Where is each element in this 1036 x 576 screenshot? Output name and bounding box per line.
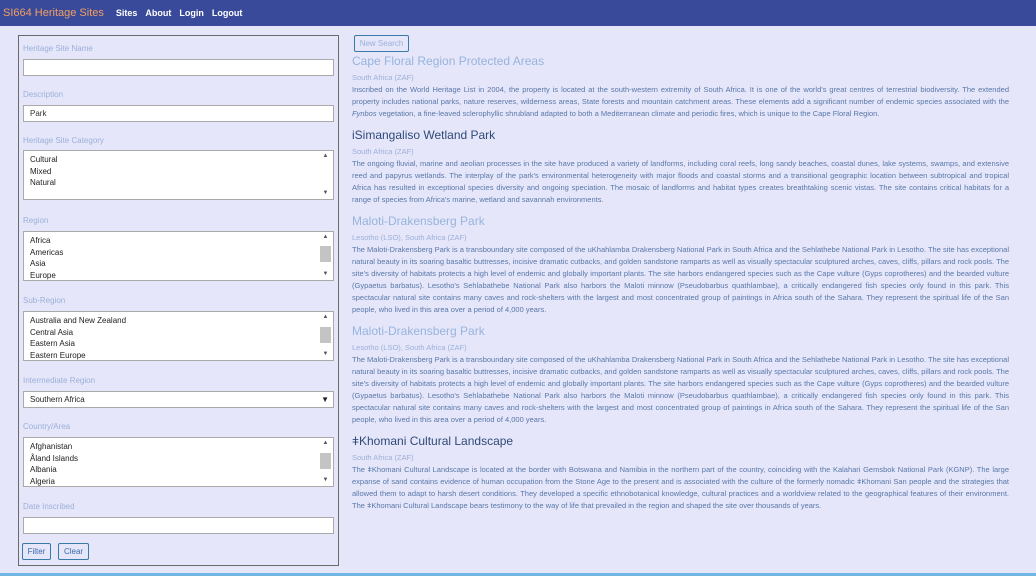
country-option[interactable]: Åland Islands xyxy=(24,453,333,465)
scroll-thumb[interactable] xyxy=(320,246,331,262)
clear-button[interactable]: Clear xyxy=(58,543,89,560)
region-listbox[interactable]: Africa Americas Asia Europe ▲ ▼ xyxy=(23,231,334,281)
result-title[interactable]: Maloti-Drakensberg Park xyxy=(352,323,1009,339)
result-description: The Maloti-Drakensberg Park is a transbo… xyxy=(352,245,1009,314)
nav-link-login[interactable]: Login xyxy=(179,8,204,18)
result-country: Lesotho (LSO), South Africa (ZAF) xyxy=(352,233,467,242)
filter-button[interactable]: Filter xyxy=(22,543,51,560)
region-option[interactable]: Americas xyxy=(24,247,333,259)
date-inscribed-input[interactable] xyxy=(23,517,334,534)
region-option[interactable]: Asia xyxy=(24,258,333,270)
country-option[interactable]: Albania xyxy=(24,464,333,476)
nav-link-logout[interactable]: Logout xyxy=(212,8,243,18)
category-option[interactable]: Mixed xyxy=(24,166,333,178)
sub-region-option[interactable]: Eastern Asia xyxy=(24,338,333,350)
result-description: The Maloti-Drakensberg Park is a transbo… xyxy=(352,355,1009,424)
site-name-input[interactable] xyxy=(23,59,334,76)
result-country: Lesotho (LSO), South Africa (ZAF) xyxy=(352,343,467,352)
result-description: The ǂKhomani Cultural Landscape is locat… xyxy=(352,465,1009,510)
country-option[interactable]: Algeria xyxy=(24,476,333,487)
country-area-listbox[interactable]: Afghanistan Åland Islands Albania Algeri… xyxy=(23,437,334,487)
nav-link-about[interactable]: About xyxy=(145,8,171,18)
new-search-button[interactable]: New Search xyxy=(354,35,409,52)
scroll-down-icon[interactable]: ▼ xyxy=(319,476,332,485)
intermediate-region-label: Intermediate Region xyxy=(23,376,96,385)
brand-link[interactable]: SI664 Heritage Sites xyxy=(3,7,104,19)
top-navbar: SI664 Heritage Sites Sites About Login L… xyxy=(0,0,1036,26)
intermediate-region-select[interactable]: Southern Africa ▼ xyxy=(23,391,334,408)
description-label: Description xyxy=(23,90,64,99)
intermediate-region-value: Southern Africa xyxy=(30,395,85,404)
description-text: Inscribed on the World Heritage List in … xyxy=(352,85,1009,106)
scroll-up-icon[interactable]: ▲ xyxy=(319,439,332,448)
region-option[interactable]: Europe xyxy=(24,270,333,281)
description-text: vegetation, a fine-leaved sclerophyllic … xyxy=(376,109,880,118)
country-area-scrollbar[interactable]: ▲ ▼ xyxy=(319,439,332,485)
result-description: The ongoing fluvial, marine and aeolian … xyxy=(352,159,1009,204)
scroll-thumb[interactable] xyxy=(320,327,331,343)
scroll-up-icon[interactable]: ▲ xyxy=(319,233,332,242)
description-input[interactable] xyxy=(23,105,334,122)
sub-region-option[interactable]: Central Asia xyxy=(24,327,333,339)
sub-region-listbox[interactable]: Australia and New Zealand Central Asia E… xyxy=(23,311,334,361)
region-scrollbar[interactable]: ▲ ▼ xyxy=(319,233,332,279)
sub-region-option[interactable]: Eastern Europe xyxy=(24,350,333,361)
sub-region-option[interactable]: Australia and New Zealand xyxy=(24,315,333,327)
result-title[interactable]: ǂKhomani Cultural Landscape xyxy=(352,433,1009,449)
result-item: Maloti-Drakensberg Park Lesotho (LSO), S… xyxy=(352,213,1009,316)
site-name-label: Heritage Site Name xyxy=(23,44,93,53)
description-emphasis: Fynbos xyxy=(352,109,377,118)
country-area-label: Country/Area xyxy=(23,422,71,431)
result-item: ǂKhomani Cultural Landscape South Africa… xyxy=(352,433,1009,512)
region-option[interactable]: Africa xyxy=(24,235,333,247)
result-country: South Africa (ZAF) xyxy=(352,453,414,462)
scroll-up-icon[interactable]: ▲ xyxy=(319,313,332,322)
filter-panel: Heritage Site Name Description Heritage … xyxy=(18,35,339,566)
category-listbox[interactable]: Cultural Mixed Natural ▲ ▼ xyxy=(23,150,334,200)
scroll-thumb[interactable] xyxy=(320,453,331,469)
scroll-up-icon[interactable]: ▲ xyxy=(319,152,332,161)
result-title[interactable]: Cape Floral Region Protected Areas xyxy=(352,53,1009,69)
country-option[interactable]: Afghanistan xyxy=(24,441,333,453)
scroll-down-icon[interactable]: ▼ xyxy=(319,270,332,279)
sub-region-scrollbar[interactable]: ▲ ▼ xyxy=(319,313,332,359)
result-description: Inscribed on the World Heritage List in … xyxy=(352,84,1009,120)
category-scrollbar[interactable]: ▲ ▼ xyxy=(319,152,332,198)
category-option[interactable]: Natural xyxy=(24,177,333,189)
result-item: iSimangaliso Wetland Park South Africa (… xyxy=(352,127,1009,206)
result-item: Maloti-Drakensberg Park Lesotho (LSO), S… xyxy=(352,323,1009,426)
scroll-down-icon[interactable]: ▼ xyxy=(319,189,332,198)
date-inscribed-label: Date Inscribed xyxy=(23,502,75,511)
sub-region-label: Sub-Region xyxy=(23,296,66,305)
result-country: South Africa (ZAF) xyxy=(352,147,414,156)
category-option[interactable]: Cultural xyxy=(24,154,333,166)
category-label: Heritage Site Category xyxy=(23,136,104,145)
dropdown-arrow-icon: ▼ xyxy=(321,395,329,404)
region-label: Region xyxy=(23,216,49,225)
result-title[interactable]: iSimangaliso Wetland Park xyxy=(352,127,1009,143)
result-country: South Africa (ZAF) xyxy=(352,73,414,82)
scroll-down-icon[interactable]: ▼ xyxy=(319,350,332,359)
result-title[interactable]: Maloti-Drakensberg Park xyxy=(352,213,1009,229)
result-item: Cape Floral Region Protected Areas South… xyxy=(352,53,1009,120)
nav-link-sites[interactable]: Sites xyxy=(116,8,138,18)
